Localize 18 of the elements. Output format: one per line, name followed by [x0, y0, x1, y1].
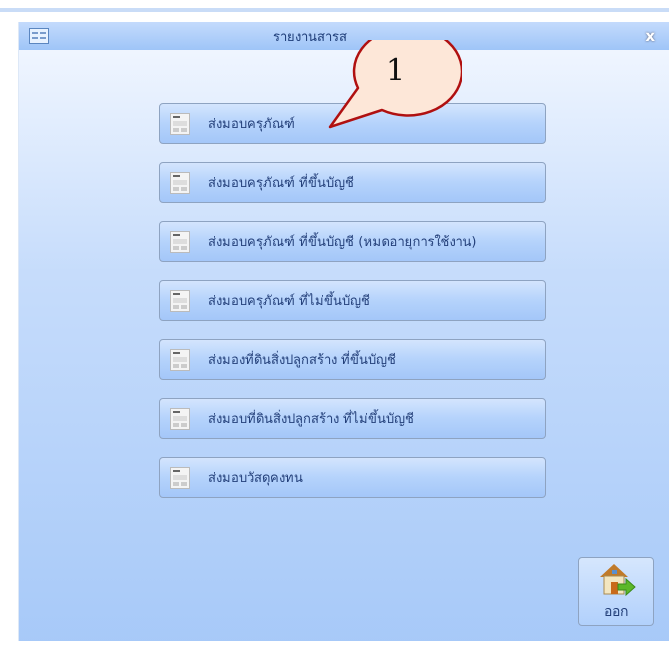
document-icon [170, 172, 190, 194]
report-button[interactable]: ส่งมอบวัสดุคงทน [159, 457, 546, 498]
window-icon [29, 28, 49, 44]
document-icon [170, 290, 190, 312]
document-icon [170, 408, 190, 430]
report-button[interactable]: ส่งมอบครุภัณฑ์ ที่ขึ้นบัญชี [159, 162, 546, 203]
document-icon [170, 348, 190, 370]
callout-number: 1 [386, 53, 406, 88]
report-button[interactable]: ส่งมอบครุภัณฑ์ [159, 103, 546, 144]
report-button[interactable]: ส่งมอบครุภัณฑ์ ที่ขึ้นบัญชี (หมดอายุการใช้งาน) [159, 221, 546, 262]
report-button[interactable]: ส่งมองที่ดินสิ่งปลูกสร้าง ที่ขึ้นบัญชี [159, 339, 546, 380]
exit-button[interactable]: ออก [578, 557, 654, 626]
document-icon [170, 466, 190, 488]
report-button[interactable]: ส่งมอบที่ดินสิ่งปลูกสร้าง ที่ไม่ขึ้นบัญชี [159, 398, 546, 439]
window-title: รายงานสารส [272, 28, 348, 46]
document-icon [170, 230, 190, 252]
document-icon [170, 112, 190, 134]
report-button[interactable]: ส่งมอบครุภัณฑ์ ที่ไม่ขึ้นบัญชี [159, 280, 546, 321]
